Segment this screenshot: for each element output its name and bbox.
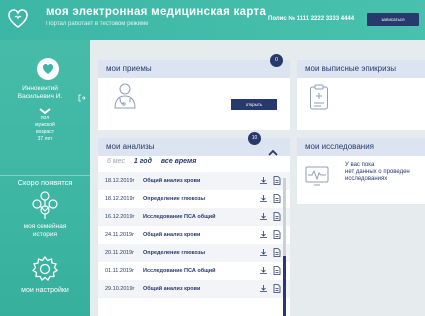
analyses-count-badge: 10 bbox=[248, 132, 261, 145]
file-icon[interactable] bbox=[273, 266, 281, 277]
research-empty-message: У вас пока нет данных о проведен исследо… bbox=[345, 162, 410, 182]
sidebar-item-family-history[interactable]: моя семейная история bbox=[0, 223, 90, 239]
avatar[interactable] bbox=[37, 58, 59, 80]
analyses-scrollbar-thumb[interactable] bbox=[283, 256, 286, 316]
table-row[interactable]: 18.12.2019г Определение глюкозы bbox=[98, 190, 290, 208]
file-icon[interactable] bbox=[273, 212, 281, 223]
heart-avatar-icon bbox=[43, 64, 53, 74]
open-appointments-button[interactable]: открыть bbox=[231, 99, 277, 110]
table-row[interactable]: 01.11.2019г Исследование ПСА общий bbox=[98, 262, 290, 280]
heart-logo-icon[interactable] bbox=[7, 8, 29, 30]
table-row[interactable]: 24.11.2019г Общий анализ крови bbox=[98, 226, 290, 244]
gear-icon[interactable] bbox=[30, 254, 60, 289]
age-label: возраст bbox=[36, 129, 54, 135]
gender-label: пол bbox=[40, 115, 50, 121]
logout-icon[interactable] bbox=[78, 89, 86, 107]
app-subtitle: Портал работает в тестовом режиме bbox=[46, 21, 149, 27]
top-bar: моя электронная медицинская карта Портал… bbox=[0, 0, 425, 40]
filter-1-year[interactable]: 1 год bbox=[134, 158, 152, 165]
app-title: моя электронная медицинская карта bbox=[46, 6, 267, 18]
file-icon[interactable] bbox=[273, 248, 281, 259]
sidebar-divider bbox=[0, 175, 90, 176]
research-panel: мои исследования У вас пока нет данных о… bbox=[297, 138, 425, 204]
download-icon[interactable] bbox=[259, 212, 268, 223]
coming-soon-label: Скоро появятся bbox=[17, 178, 73, 187]
user-name: Иннокентий Васильевич И. bbox=[17, 85, 63, 100]
policy-number: Полис № 1111 2222 3333 4444 bbox=[268, 16, 355, 22]
discharges-title: мои выписные эпикризы bbox=[297, 60, 425, 78]
sidebar: Иннокентий Васильевич И. пол мужской воз… bbox=[0, 40, 90, 316]
filter-6-months[interactable]: 6 мес bbox=[107, 158, 125, 165]
table-row[interactable]: 16.12.2019г Исследование ПСА общий bbox=[98, 208, 290, 226]
appointments-count-badge: 0 bbox=[270, 54, 283, 67]
doctor-icon bbox=[112, 82, 138, 115]
appointments-panel: мои приемы 0 открыть bbox=[98, 54, 290, 130]
main-content: мои приемы 0 открыть мои выписные эпикри… bbox=[90, 40, 425, 316]
download-icon[interactable] bbox=[259, 248, 268, 259]
file-icon[interactable] bbox=[273, 284, 281, 295]
cardiogram-icon bbox=[305, 166, 329, 191]
download-icon[interactable] bbox=[259, 176, 268, 187]
download-icon[interactable] bbox=[259, 230, 268, 241]
analyses-panel: мои анализы 10 6 мес 1 год все время 18.… bbox=[98, 132, 290, 316]
file-icon[interactable] bbox=[273, 194, 281, 205]
file-icon[interactable] bbox=[273, 230, 281, 241]
download-icon[interactable] bbox=[259, 194, 268, 205]
age-value: 37 лет bbox=[37, 136, 53, 142]
filter-all-time[interactable]: все время bbox=[161, 158, 196, 165]
table-row[interactable]: 20.11.2019г Определение глюкозы bbox=[98, 244, 290, 262]
research-title: мои исследования bbox=[297, 138, 425, 156]
table-row[interactable]: 18.12.2019г Общий анализ крови bbox=[98, 172, 290, 190]
file-icon[interactable] bbox=[273, 176, 281, 187]
discharges-panel: мои выписные эпикризы bbox=[297, 60, 425, 130]
appointments-title: мои приемы bbox=[98, 60, 290, 78]
table-row[interactable]: 29.10.2019г Общий анализ крови bbox=[98, 280, 290, 298]
sidebar-item-settings[interactable]: мои настройки bbox=[0, 287, 90, 294]
download-icon[interactable] bbox=[259, 266, 268, 277]
download-icon[interactable] bbox=[259, 284, 268, 295]
signup-button[interactable]: записаться bbox=[367, 13, 419, 26]
gender-value: мужской bbox=[35, 122, 55, 128]
chevron-up-icon[interactable] bbox=[268, 143, 278, 161]
analyses-title: мои анализы bbox=[98, 138, 290, 156]
family-tree-icon[interactable] bbox=[32, 190, 58, 225]
clipboard-icon bbox=[309, 84, 329, 115]
period-filters: 6 мес 1 год все время bbox=[107, 158, 203, 165]
